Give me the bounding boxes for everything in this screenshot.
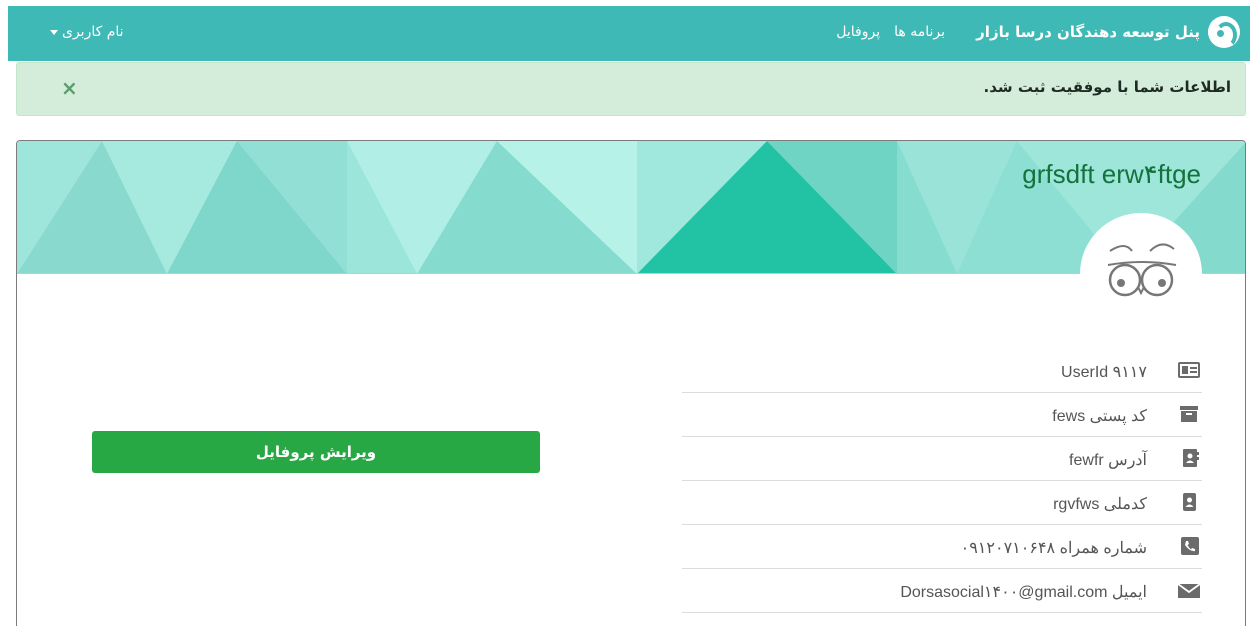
profile-card: grfsdft erw۴ftge UserId ۹۱۱۷ کد پستی few… [16,140,1246,626]
profile-banner: grfsdft erw۴ftge [17,141,1245,274]
info-userid: UserId ۹۱۱۷ [1061,364,1147,381]
info-row-address: آدرس fewfr [682,437,1202,481]
info-email: ایمیل Dorsasocial۱۴۰۰@gmail.com [900,584,1147,601]
brand[interactable]: پنل توسعه دهندگان درسا بازار [976,14,1240,50]
avatar [1080,213,1202,335]
info-row-national-code: کدملی rgvfws [682,481,1202,525]
info-postal-code: کد پستی fews [1052,408,1147,425]
phone-icon [1181,537,1199,555]
edit-profile-button[interactable]: ویرایش پروفایل [92,431,540,473]
info-row-postal: کد پستی fews [682,393,1202,437]
nav-link-profile[interactable]: پروفایل [836,24,880,40]
user-menu-dropdown[interactable]: نام کاربری [50,24,124,40]
user-menu-label: نام کاربری [62,24,124,40]
envelope-icon [1178,583,1200,598]
alert-message: اطلاعات شما با موفقیت ثبت شد. [983,78,1232,96]
nav-link-apps[interactable]: برنامه ها [894,24,945,40]
info-row-phone: شماره همراه ۰۹۱۲۰۷۱۰۶۴۸ [682,525,1202,569]
info-phone: شماره همراه ۰۹۱۲۰۷۱۰۶۴۸ [960,540,1147,557]
info-row-userid: UserId ۹۱۱۷ [682,349,1202,393]
success-alert: اطلاعات شما با موفقیت ثبت شد. × [16,62,1246,116]
profile-info-list: UserId ۹۱۱۷ کد پستی fews آدرس fewfr کدمل… [682,349,1202,613]
profile-name: grfsdft erw۴ftge [1022,159,1201,189]
close-icon[interactable]: × [61,77,78,99]
archive-box-icon [1180,406,1198,422]
brand-title: پنل توسعه دهندگان درسا بازار [976,23,1200,41]
address-book-icon [1183,449,1199,467]
info-address: آدرس fewfr [1069,452,1147,469]
info-national-code: کدملی rgvfws [1053,496,1147,513]
info-row-email: ایمیل Dorsasocial۱۴۰۰@gmail.com [682,569,1202,613]
id-badge-icon [1183,493,1196,511]
nav-links: برنامه ها پروفایل [836,24,945,40]
top-navbar: پنل توسعه دهندگان درسا بازار برنامه ها پ… [8,6,1250,61]
id-card-icon [1178,362,1200,378]
dorsa-logo-icon [1208,16,1240,48]
owl-avatar-icon [1107,243,1177,297]
caret-down-icon [50,29,58,35]
